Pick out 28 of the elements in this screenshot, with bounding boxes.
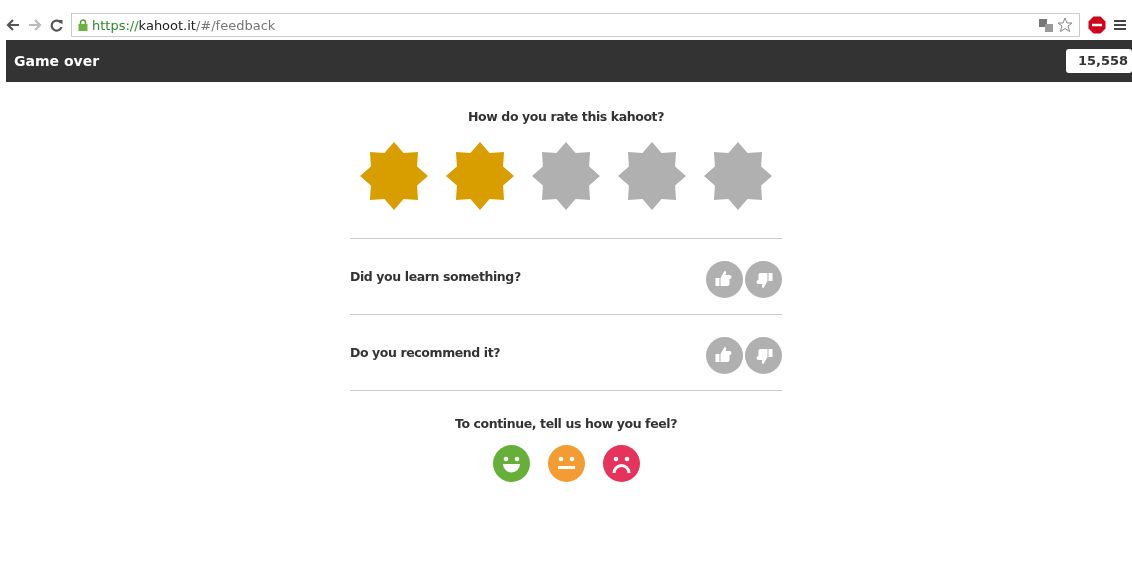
translate-icon[interactable] — [1039, 18, 1053, 32]
question-label: Did you learn something? — [350, 269, 521, 284]
reload-icon[interactable] — [50, 18, 63, 32]
rating-star-icon[interactable] — [618, 142, 686, 210]
adblock-icon[interactable] — [1088, 16, 1106, 34]
lock-icon — [78, 19, 88, 31]
score-badge: 15,558 — [1066, 49, 1132, 73]
page-title: Game over — [14, 53, 100, 69]
thumbs-up-button[interactable] — [706, 261, 743, 298]
url-text: https://kahoot.it/#/feedback — [92, 17, 276, 33]
thumbs-down-button[interactable] — [745, 337, 782, 374]
rating-star-icon[interactable] — [360, 142, 428, 210]
thumbs-down-button[interactable] — [745, 261, 782, 298]
question-label: Do you recommend it? — [350, 345, 501, 360]
happy-face-button[interactable] — [492, 445, 530, 482]
rating-star-icon[interactable] — [446, 142, 514, 210]
back-icon[interactable] — [6, 19, 20, 31]
rating-star-icon[interactable] — [532, 142, 600, 210]
neutral-face-button[interactable] — [547, 445, 585, 482]
menu-icon[interactable] — [1114, 19, 1126, 31]
address-bar[interactable]: https://kahoot.it/#/feedback — [71, 13, 1080, 37]
rating-question: How do you rate this kahoot? — [467, 109, 665, 124]
mood-prompt: To continue, tell us how you feel? — [453, 416, 679, 431]
rating-star-icon[interactable] — [704, 142, 772, 210]
star-icon[interactable] — [1057, 17, 1073, 33]
sad-face-button[interactable] — [602, 445, 640, 482]
thumbs-up-button[interactable] — [706, 337, 743, 374]
forward-icon[interactable] — [28, 19, 42, 31]
